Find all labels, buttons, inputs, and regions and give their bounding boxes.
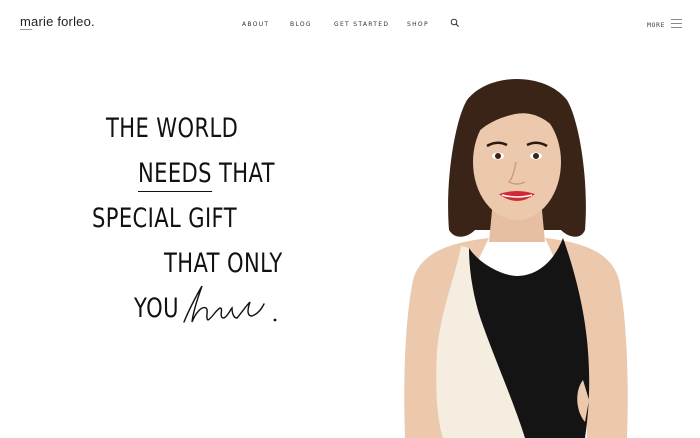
hero-portrait-image [404,79,628,438]
hamburger-menu-icon[interactable] [671,18,682,28]
headline-underlined-word: NEEDS [138,158,212,192]
script-word-have: have [183,285,277,323]
more-menu-label[interactable]: MORE [647,20,665,30]
headline-line-5: YOU [134,293,179,324]
hero-headline: THE WORLD NEEDS THAT SPECIAL GIFT THAT O… [0,0,380,438]
headline-line-1: THE WORLD [106,113,239,144]
headline-line-2-rest: THAT [211,158,275,189]
headline-line-3: SPECIAL GIFT [92,203,237,234]
nav-link-shop[interactable]: SHOP [407,20,429,30]
search-icon[interactable] [450,18,460,28]
headline-line-2: NEEDS THAT [138,158,275,192]
headline-line-4: THAT ONLY [164,248,283,279]
final-period-dot [273,318,277,322]
